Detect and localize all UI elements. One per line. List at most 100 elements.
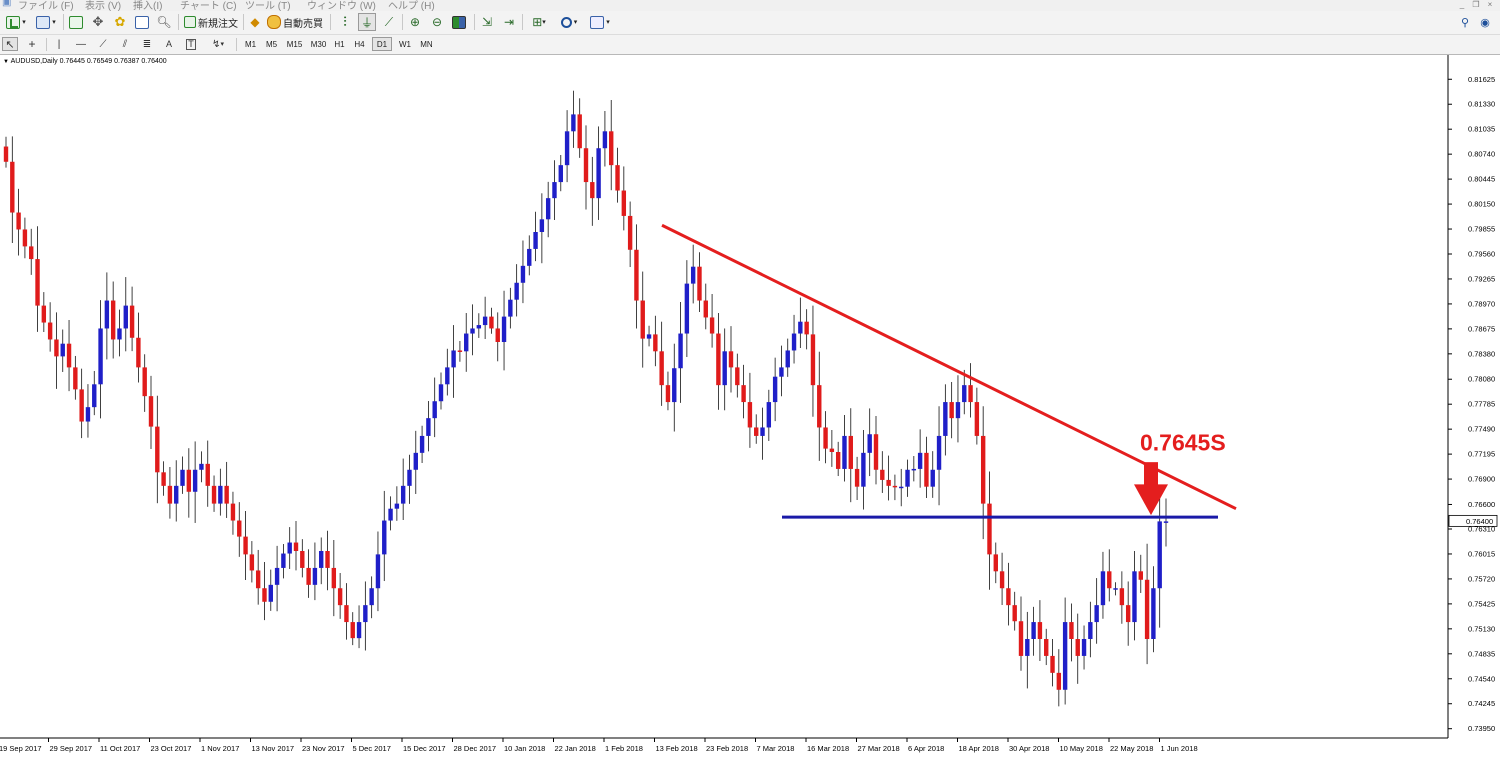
market-watch-button[interactable] <box>67 13 85 31</box>
candle-body <box>419 435 425 453</box>
candle-body <box>363 605 368 623</box>
cursor-tool[interactable]: ↖ <box>2 37 18 51</box>
timeframe-h4[interactable]: H4 <box>351 37 368 51</box>
candle-body <box>798 321 803 334</box>
new-order-button[interactable]: 新規注文 <box>182 13 240 31</box>
time-tick-label: 22 May 2018 <box>1110 744 1153 753</box>
timeframe-m5[interactable]: M5 <box>262 37 281 51</box>
bar-chart-button[interactable]: ⫶ <box>336 13 354 31</box>
arrow-head <box>1134 484 1168 516</box>
line-chart-button[interactable]: ⟋ <box>380 13 398 31</box>
candle-body <box>161 472 166 486</box>
navigator-icon: ✥ <box>92 14 104 29</box>
candle-body <box>1056 672 1062 690</box>
time-tick-label: 30 Apr 2018 <box>1009 744 1049 753</box>
resistance-annotation-label: 0.7645S <box>1140 429 1226 455</box>
time-tick-label: 5 Dec 2017 <box>353 744 391 753</box>
menu-view[interactable]: 表示 (V) <box>85 0 121 11</box>
timeframe-mn[interactable]: MN <box>417 37 436 51</box>
menu-insert[interactable]: 挿入(I) <box>133 0 162 11</box>
restore-icon[interactable]: ❐ <box>1470 0 1482 10</box>
menu-tools[interactable]: ツール (T) <box>245 0 291 11</box>
profiles-button[interactable]: ▾ <box>32 13 60 31</box>
timeframe-d1[interactable]: D1 <box>372 37 392 51</box>
auto-trading-button[interactable]: 自動売買 <box>266 13 324 31</box>
fibonacci-tool[interactable]: ≣ <box>140 37 154 51</box>
candle-body <box>1144 579 1150 639</box>
data-window-button[interactable]: ✿ <box>111 13 129 31</box>
crosshair-tool[interactable]: + <box>24 37 40 51</box>
candle-body <box>287 542 292 554</box>
candle-body <box>319 551 324 568</box>
equidistant-channel-tool[interactable]: ⫽ <box>118 37 132 51</box>
timeframe-h1[interactable]: H1 <box>331 37 348 51</box>
candle-body <box>180 469 185 486</box>
candle-body <box>382 520 387 555</box>
menu-chart[interactable]: チャート (C) <box>180 0 237 11</box>
candle-body <box>1012 605 1017 622</box>
timeframe-m15[interactable]: M15 <box>283 37 306 51</box>
vertical-line-tool[interactable]: | <box>52 37 66 51</box>
zoom-in-button[interactable]: ⊕ <box>406 13 424 31</box>
candle-body <box>104 300 110 329</box>
search-icon[interactable]: ⚲ <box>1458 13 1472 31</box>
cursor-icon: ↖ <box>5 38 15 51</box>
account-icon[interactable]: ◉ <box>1478 13 1492 31</box>
close-icon[interactable]: × <box>1484 0 1496 10</box>
text-tool[interactable]: A <box>162 37 176 51</box>
time-tick-label: 28 Dec 2017 <box>454 744 497 753</box>
price-tick-label: 0.79560 <box>1468 250 1495 259</box>
candle-body <box>690 266 696 284</box>
horizontal-line-tool[interactable]: — <box>74 37 88 51</box>
auto-scroll-button[interactable]: ⇲ <box>478 13 496 31</box>
templates-button[interactable]: ▾ <box>586 13 614 31</box>
minimize-icon[interactable]: _ <box>1456 0 1468 10</box>
candle-body <box>1100 571 1106 606</box>
price-chart[interactable]: 0.81625 0.81330 0.81035 0.80740 0.80445 0.801… <box>0 55 1500 760</box>
candle-body <box>810 334 816 386</box>
terminal-button[interactable] <box>133 13 151 31</box>
menu-window[interactable]: ウィンドウ (W) <box>307 0 376 11</box>
candle-body <box>1031 622 1036 639</box>
candle-body <box>987 503 992 555</box>
candle-body <box>722 351 727 386</box>
candle-body <box>356 622 362 639</box>
text-label-tool[interactable]: T <box>184 37 198 51</box>
candle-body <box>148 396 154 427</box>
navigator-button[interactable]: ✥ <box>89 13 107 31</box>
tile-windows-button[interactable] <box>450 13 468 31</box>
price-tick-label: 0.77785 <box>1468 400 1495 409</box>
timeframe-w1[interactable]: W1 <box>396 37 414 51</box>
candle-body <box>709 317 715 334</box>
price-tick-label: 0.75425 <box>1468 599 1495 608</box>
candle-body <box>501 316 507 342</box>
metaeditor-button[interactable]: ◆ <box>247 13 263 31</box>
candle-body <box>60 343 65 357</box>
candlestick-chart-button[interactable]: ⏚ <box>358 13 376 31</box>
candle-body <box>968 385 973 403</box>
candle-body <box>344 605 349 623</box>
new-chart-icon <box>6 15 21 29</box>
menu-help[interactable]: ヘルプ (H) <box>388 0 435 11</box>
arrows-tool[interactable]: ↯ ▾ <box>206 37 230 51</box>
candle-body <box>672 368 677 403</box>
new-chart-button[interactable]: ▾ <box>2 13 30 31</box>
candle-body <box>955 402 961 419</box>
chart-shift-button[interactable]: ⇥ <box>500 13 518 31</box>
candle-body <box>514 282 519 300</box>
zoom-out-button[interactable]: ⊖ <box>428 13 446 31</box>
candle-body <box>255 570 261 589</box>
candle-body <box>741 385 746 403</box>
strategy-tester-button[interactable]: 🔍︎ <box>155 13 173 31</box>
candle-body <box>873 434 879 470</box>
price-tick-label: 0.80445 <box>1468 175 1495 184</box>
timeframe-m1[interactable]: M1 <box>241 37 260 51</box>
indicators-button[interactable]: ⊞ ▾ <box>526 13 552 31</box>
trendline-tool[interactable]: ⟋ <box>96 37 110 51</box>
time-tick-label: 22 Jan 2018 <box>555 744 596 753</box>
timeframe-m30[interactable]: M30 <box>307 37 330 51</box>
fibonacci-icon: ≣ <box>142 38 152 50</box>
periods-button[interactable]: ▾ <box>556 13 582 31</box>
chart-symbol-ohlc: AUDUSD,Daily 0.76445 0.76549 0.76387 0.7… <box>10 58 167 65</box>
menu-file[interactable]: ファイル (F) <box>18 0 74 11</box>
